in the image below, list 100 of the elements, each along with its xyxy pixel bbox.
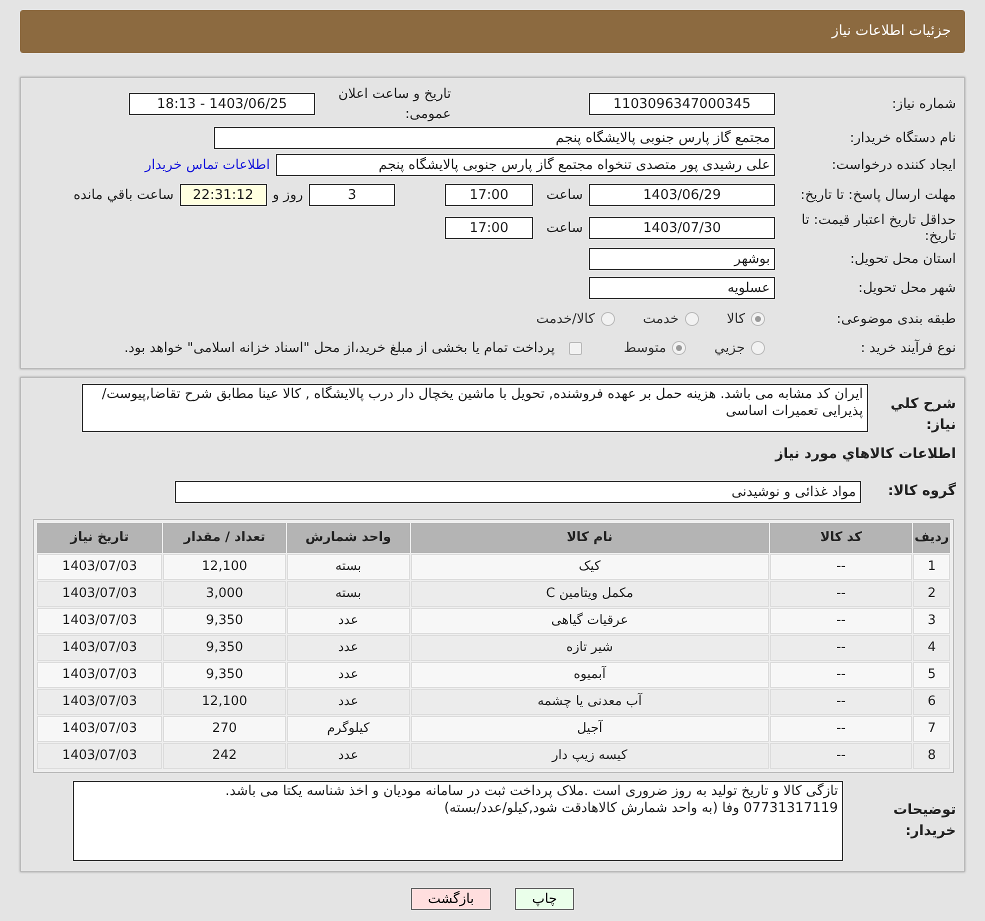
radio-button[interactable] [751, 341, 765, 356]
field-label: مهلت ارسال پاسخ: تا تاریخ: [799, 186, 956, 204]
text-field[interactable]: بوشهر [589, 248, 775, 270]
field-label: شماره نیاز: [890, 96, 956, 112]
text-field[interactable]: 1103096347000345 [589, 93, 775, 116]
field-label: ساعت [545, 186, 583, 205]
text-field[interactable]: مجتمع گاز پارس جنوبی پالایشگاه پنجم [214, 127, 775, 149]
text-field[interactable]: مواد غذائی و نوشیدنی [175, 480, 861, 503]
text-field[interactable]: 1403/07/30 [589, 216, 775, 239]
table-cell: 12,100 [163, 688, 286, 715]
table-cell: 8 [913, 742, 950, 769]
field-label: گروه کالا: [886, 481, 956, 502]
page-title: جزئیات اطلاعات نیاز [832, 22, 951, 41]
radio-button[interactable] [672, 341, 686, 356]
notes-box[interactable]: تازگی کالا و تاریخ تولید به روز ضروری است .ملاک پرداخت ثبت در سامانه مودیان و اخذ شناسه یکتا می باشد. 07731317119 وفا (به واحد شمارش کالاهادقت شود,کیلو/عدد/بسته) [73, 780, 843, 861]
table-cell: 270 [163, 716, 286, 742]
table-cell: عدد [286, 608, 410, 634]
table-cell: 4 [913, 634, 950, 661]
column-header: کد کالا [770, 522, 912, 553]
table-cell: 1403/07/03 [37, 580, 162, 607]
field-label: شرح کلي نیاز: [890, 394, 956, 435]
table-cell: 1403/07/03 [37, 716, 162, 742]
field-label: حداقل تاریخ اعتبار قیمت: تا تاریخ: [800, 212, 956, 244]
table-cell: کیسه زیپ دار [410, 742, 769, 769]
column-header: واحد شمارش [286, 522, 410, 553]
table-cell: 1403/07/03 [37, 554, 162, 580]
radio-label: خدمت [642, 310, 679, 330]
radio-button[interactable] [684, 312, 699, 326]
column-header: ردیف [913, 522, 950, 553]
table-cell: بسته [286, 554, 410, 580]
field-label: تاریخ و ساعت اعلان عمومی: [337, 85, 451, 124]
radio-label: کالا [726, 310, 745, 330]
table-cell: -- [770, 716, 912, 742]
description-box[interactable]: ایران کد مشابه می باشد. هزینه حمل بر عهده فروشنده, تحویل با ماشین یخچال دار درب پالایشگاه , کالا عینا مطابق شرح تقاضا,پیوست/پذیرایی تعمیرات اساسی [82, 384, 868, 432]
contact-link[interactable]: اطلاعات تماس خریدار [144, 154, 270, 176]
table-cell: -- [770, 742, 912, 769]
table-cell: -- [770, 662, 912, 688]
table-cell: عدد [286, 634, 410, 661]
text-field[interactable]: علی رشیدی پور متصدی تنخواه مجتمع گاز پارس جنوبی پالایشگاه پنجم [276, 154, 775, 176]
table-cell: -- [770, 634, 912, 661]
table-cell: 12,100 [163, 554, 286, 580]
field-label: ایجاد کننده درخواست: [830, 156, 956, 174]
table-cell: آب معدنی یا چشمه [410, 688, 769, 715]
field-label: ساعت باقي مانده [73, 186, 174, 205]
field-label: نام دستگاه خریدار: [848, 130, 956, 146]
table-cell: مکمل ویتامین C [410, 580, 769, 607]
text-field[interactable]: 17:00 [445, 184, 533, 206]
field-label: طبقه بندی موضوعی: [836, 311, 956, 328]
field-label: نوع فرآیند خرید : [860, 340, 956, 356]
print-button[interactable]: چاپ [514, 888, 574, 910]
table-cell: 2 [913, 580, 950, 607]
table-cell: 9,350 [163, 634, 286, 661]
table-cell: 9,350 [163, 608, 286, 634]
table-cell: 9,350 [163, 662, 286, 688]
table-cell: آبمیوه [410, 662, 769, 688]
text-field[interactable]: عسلویه [589, 277, 775, 300]
table-cell: 5 [913, 662, 950, 688]
text-field[interactable]: 1403/06/25 - 18:13 [129, 93, 315, 116]
field-label: ساعت [545, 218, 583, 238]
column-header: تاریخ نیاز [37, 522, 162, 553]
table-cell: کیک [410, 554, 769, 580]
table-cell: 242 [163, 742, 286, 769]
table-cell: عدد [286, 662, 410, 688]
table-cell: کیلوگرم [286, 716, 410, 742]
field-label: شهر محل تحویل: [857, 280, 956, 296]
table-cell: عرقیات گیاهی [410, 608, 769, 634]
table-cell: آجیل [410, 716, 769, 742]
table-cell: 1403/07/03 [37, 688, 162, 715]
table-cell: عدد [286, 742, 410, 769]
checkbox-label: پرداخت تمام یا بخشی از مبلغ خرید،از محل "اسناد خزانه اسلامی" خواهد بود. [124, 339, 555, 358]
section-heading: اطلاعات کالاهاي مورد نیاز [774, 444, 956, 464]
table-cell: 3,000 [163, 580, 286, 607]
field-label: روز و [272, 186, 303, 205]
table-cell: 1403/07/03 [37, 662, 162, 688]
table-cell: 1403/07/03 [37, 742, 162, 769]
table-cell: 7 [913, 716, 950, 742]
table-cell: 6 [913, 688, 950, 715]
column-header: تعداد / مقدار [163, 522, 286, 553]
table-cell: 1403/07/03 [37, 608, 162, 634]
table-cell: -- [770, 608, 912, 634]
radio-button[interactable] [751, 312, 765, 326]
table-cell: -- [770, 580, 912, 607]
table-cell: 1 [913, 554, 950, 580]
radio-label: جزیي [714, 339, 745, 358]
text-field[interactable]: 17:00 [445, 216, 533, 239]
checkbox[interactable] [568, 342, 582, 355]
field-label: استان محل تحویل: [849, 251, 956, 268]
column-header: نام کالا [410, 522, 769, 553]
text-field[interactable]: 22:31:12 [180, 184, 267, 206]
radio-label: متوسط [624, 339, 666, 358]
table-cell: 3 [913, 608, 950, 634]
table-cell: -- [770, 688, 912, 715]
table-cell: 1403/07/03 [37, 634, 162, 661]
field-label: توضیحات خریدار: [892, 800, 956, 841]
text-field[interactable]: 1403/06/29 [589, 184, 775, 206]
text-field[interactable]: 3 [309, 184, 395, 206]
back-button[interactable]: بازگشت [410, 888, 491, 910]
radio-button[interactable] [600, 312, 615, 326]
table-cell: بسته [286, 580, 410, 607]
table-cell: شیر تازه [410, 634, 769, 661]
